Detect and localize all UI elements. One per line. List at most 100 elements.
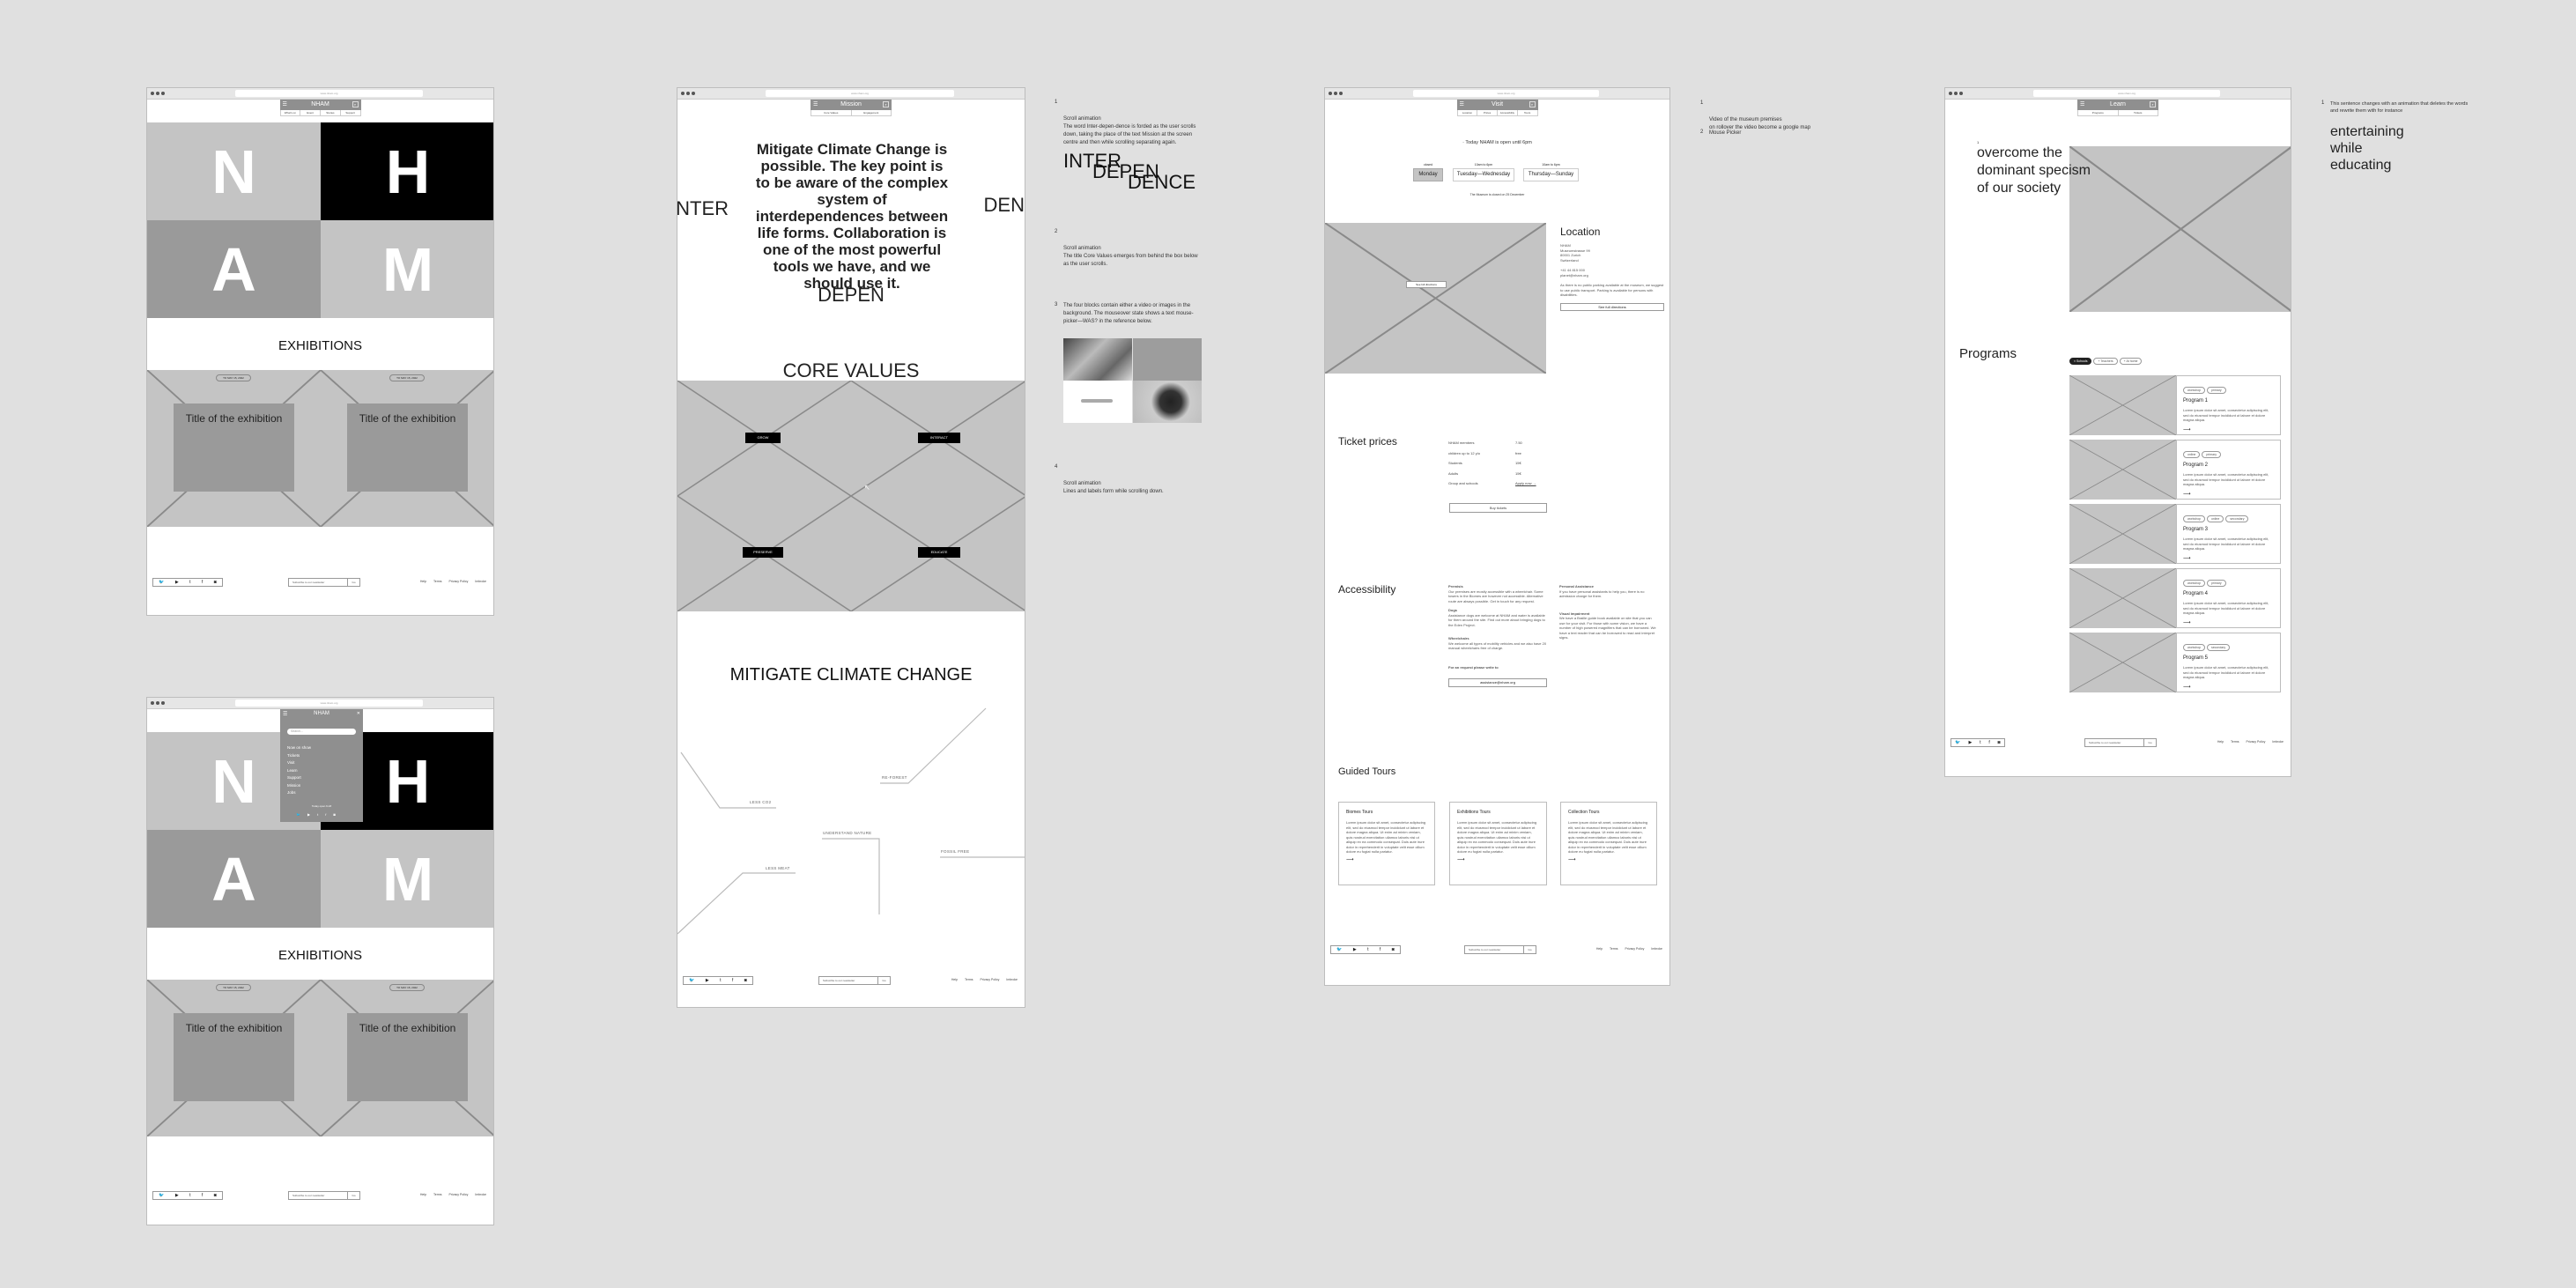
video-directions-button[interactable]: See full directions (1406, 281, 1447, 288)
tour-card[interactable]: Biomes Tours Lorem ipsum dolor sit amet,… (1338, 802, 1435, 885)
footer-link[interactable]: Help (951, 978, 958, 981)
window-controls[interactable] (1329, 92, 1343, 95)
footer-link[interactable]: Terms (2231, 740, 2239, 744)
facebook-icon[interactable]: f (1988, 740, 1989, 745)
subnav-item[interactable]: Support (341, 110, 360, 115)
newsletter-input[interactable]: Subscribe to our newsletter Go (818, 976, 891, 985)
search-icon[interactable]: ⌕ (352, 101, 359, 107)
footer-link[interactable]: Privacy Policy (2247, 740, 2266, 744)
window-controls[interactable] (151, 92, 165, 95)
tour-card[interactable]: Exhibitions Tours Lorem ipsum dolor sit … (1449, 802, 1547, 885)
youtube-icon[interactable]: ▶ (175, 1193, 179, 1198)
youtube-icon[interactable]: ▶ (1353, 947, 1357, 952)
arrow-right-icon[interactable]: ⟶ (2183, 491, 2274, 497)
footer-link[interactable]: Privacy Policy (449, 580, 469, 583)
facebook-icon[interactable]: f (202, 580, 203, 585)
subnav-item[interactable]: Stories (321, 110, 341, 115)
footer-link[interactable]: Imbroke (475, 580, 486, 583)
facebook-icon[interactable]: f (202, 1193, 203, 1198)
menu-item[interactable]: Visit (287, 759, 311, 767)
subnav-item[interactable]: What's on (281, 110, 301, 115)
nav-title[interactable]: Visit (1492, 101, 1503, 107)
footer-link[interactable]: Terms (1610, 947, 1618, 951)
museum-video[interactable]: See full directions (1325, 223, 1546, 374)
youtube-icon[interactable]: ▶ (706, 978, 709, 983)
buy-tickets-button[interactable]: Buy tickets (1449, 503, 1547, 513)
facebook-icon[interactable]: f (1380, 947, 1381, 952)
core-value-block[interactable]: GROW (677, 381, 851, 496)
letter-tile-a[interactable]: A (147, 220, 321, 318)
subnav-item[interactable]: Event (300, 110, 321, 115)
url-bar[interactable]: www.nham.org (235, 90, 423, 97)
footer-link[interactable]: Help (1596, 947, 1603, 951)
footer-link[interactable]: Privacy Policy (1625, 947, 1645, 951)
exhibition-card[interactable]: TO MAY 15, 2022 Title of the exhibition (147, 370, 321, 527)
tour-card[interactable]: Collection Tours Lorem ipsum dolor sit a… (1560, 802, 1657, 885)
hours-day[interactable]: Thursday—Sunday (1523, 168, 1579, 181)
youtube-icon[interactable]: ▶ (175, 580, 179, 585)
footer-link[interactable]: Privacy Policy (981, 978, 1000, 981)
footer-link[interactable]: Imbroke (475, 1193, 486, 1196)
program-card[interactable]: workshop online secondary Program 3 Lorem … (2069, 504, 2281, 564)
newsletter-go-button[interactable]: Go (2143, 739, 2156, 746)
subnav-item[interactable]: Programs (2078, 110, 2119, 115)
arrow-right-icon[interactable]: ⟶ (2183, 555, 2274, 561)
subnav-item[interactable]: Core Values (811, 110, 852, 115)
letter-tile-m[interactable]: M (321, 830, 493, 928)
newsletter-input[interactable]: Subscribe to our newsletter Go (2084, 738, 2157, 747)
subnav-item[interactable]: Engagement (852, 110, 892, 115)
facebook-icon[interactable]: f (732, 978, 733, 983)
subnav-item[interactable]: Prices (1477, 110, 1498, 115)
tumblr-icon[interactable]: t (1367, 947, 1368, 952)
arrow-right-icon[interactable]: ⟶ (1568, 856, 1649, 862)
tumblr-icon[interactable]: t (317, 812, 318, 817)
url-bar[interactable]: www.nham.org (2033, 90, 2220, 97)
apply-now-link[interactable]: Apply now → (1515, 478, 1536, 489)
menu-icon[interactable]: ☰ (1460, 100, 1464, 110)
menu-item[interactable]: Support (287, 774, 311, 782)
directions-button[interactable]: See full directions (1560, 302, 1664, 311)
tumblr-icon[interactable]: t (189, 1193, 190, 1198)
letter-tile-m[interactable]: M (321, 220, 493, 318)
menu-search-input[interactable]: Search... (287, 729, 356, 735)
twitter-icon[interactable]: 🐦 (159, 580, 164, 585)
nav-title[interactable]: Mission (840, 101, 862, 107)
menu-icon[interactable]: ☰ (2080, 100, 2084, 110)
nav-title[interactable]: Learn (2110, 101, 2126, 107)
newsletter-go-button[interactable]: Go (347, 579, 359, 586)
instagram-icon[interactable]: ◙ (1998, 740, 2001, 745)
exhibition-card[interactable]: TO MAY 15, 2022 Title of the exhibition (321, 370, 493, 527)
twitter-icon[interactable]: 🐦 (1336, 947, 1342, 952)
menu-item[interactable]: Tickets (287, 752, 311, 760)
menu-title[interactable]: NHAM (280, 711, 363, 716)
core-value-block[interactable]: PRESERVE (677, 496, 851, 611)
filter-chip[interactable]: × Schools (2069, 358, 2092, 365)
menu-icon[interactable]: ☰ (283, 100, 287, 110)
newsletter-go-button[interactable]: Go (877, 977, 890, 984)
program-card[interactable]: workshop secondary Program 5 Lorem ipsum … (2069, 633, 2281, 692)
instagram-icon[interactable]: ◙ (214, 1193, 217, 1198)
window-controls[interactable] (1949, 92, 1963, 95)
subnav-item[interactable]: Tickets (2119, 110, 2158, 115)
facebook-icon[interactable]: f (325, 812, 326, 817)
menu-item[interactable]: Mission (287, 782, 311, 790)
filter-chip[interactable]: + At home (2119, 358, 2143, 365)
arrow-right-icon[interactable]: ⟶ (1346, 856, 1427, 862)
footer-link[interactable]: Privacy Policy (449, 1193, 469, 1196)
youtube-icon[interactable]: ▶ (307, 812, 310, 817)
newsletter-go-button[interactable]: Go (347, 1192, 359, 1199)
program-card[interactable]: workshop primary Program 1 Lorem ipsum do… (2069, 375, 2281, 435)
footer-link[interactable]: Help (420, 580, 426, 583)
program-card[interactable]: workshop primary Program 4 Lorem ipsum do… (2069, 568, 2281, 628)
twitter-icon[interactable]: 🐦 (296, 812, 300, 817)
twitter-icon[interactable]: 🐦 (159, 1193, 164, 1198)
arrow-right-icon[interactable]: ⟶ (2183, 684, 2274, 690)
arrow-right-icon[interactable]: ⟶ (2183, 619, 2274, 625)
footer-link[interactable]: Terms (433, 580, 442, 583)
subnav-item[interactable]: Location (1458, 110, 1478, 115)
menu-item[interactable]: Jobs (287, 789, 311, 797)
exhibition-card[interactable]: TO MAY 15, 2022 Title of the exhibition (147, 980, 321, 1136)
letter-tile-a[interactable]: A (147, 830, 321, 928)
hours-day-monday[interactable]: Monday (1413, 168, 1443, 181)
menu-item[interactable]: Learn (287, 767, 311, 775)
